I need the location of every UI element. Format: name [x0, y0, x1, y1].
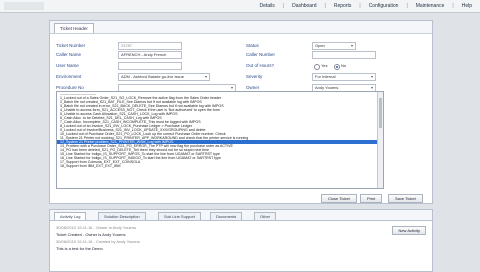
button-label: Close Ticket	[328, 196, 350, 201]
user-name-field[interactable]	[118, 62, 182, 70]
button-label: Save Ticket	[395, 196, 416, 201]
activity-log-panel: 30/08/2010 15:11:16 - Owner is Andy Youe…	[49, 220, 433, 272]
tab-ticket-header[interactable]: Ticket Header	[54, 23, 94, 33]
nav-maintenance[interactable]: Maintenance	[416, 3, 445, 9]
environment-label: Environment	[56, 74, 82, 79]
nav-separator: |	[282, 3, 285, 9]
caller-number-field[interactable]	[312, 51, 376, 59]
out-of-hours-label: Out of Hours?	[246, 63, 275, 68]
owner-label: Owner	[246, 85, 260, 90]
ticket-number-label: Ticket Number	[56, 43, 86, 48]
app-logo	[4, 2, 44, 10]
list-scrollbar[interactable]	[377, 92, 383, 188]
nav-separator: |	[406, 3, 408, 9]
button-label: Print	[367, 196, 376, 201]
out-of-hours-yes-radio[interactable]	[314, 64, 320, 70]
caller-name-label: Caller Name	[56, 52, 82, 57]
list-item[interactable]: 18_Support from IBM_EXT_EXT_IBM	[57, 164, 383, 168]
activity-entry: 30/08/2010 15:11:16 - Created by Andy Yo…	[56, 239, 140, 244]
status-label: Status	[246, 43, 259, 48]
caller-number-label: Caller Number	[246, 52, 276, 57]
list-items: 1_Locked out of a Sales Order_S21_SO_LOC…	[57, 96, 383, 168]
nav-separator: |	[452, 3, 454, 9]
severity-label: Severity	[246, 74, 263, 79]
procedure-label: Procedure No	[56, 85, 84, 90]
nav-details[interactable]: Details	[259, 3, 274, 9]
out-of-hours-yes-label: Yes	[321, 63, 328, 68]
status-select[interactable]: Open	[312, 42, 356, 50]
print-button[interactable]: Print	[360, 194, 383, 203]
nav-reports[interactable]: Reports	[334, 3, 352, 9]
procedure-dropdown-list[interactable]: ------------------------------ 1_Locked …	[56, 91, 384, 189]
caller-name-field[interactable]: AFRENCH - Andy French	[118, 51, 182, 59]
nav-dashboard[interactable]: Dashboard	[292, 3, 316, 9]
out-of-hours-no-radio[interactable]	[334, 64, 340, 70]
environment-select[interactable]: ADM - Ashford Balade go-live issue	[118, 73, 210, 81]
user-name-label: User Name	[56, 63, 79, 68]
save-ticket-button[interactable]: Save Ticket	[388, 194, 423, 203]
main-nav: Details | Dashboard | Reports | Configur…	[259, 3, 472, 9]
nav-configuration[interactable]: Configuration	[369, 3, 399, 9]
out-of-hours-no-label: No	[341, 63, 347, 68]
scrollbar-thumb[interactable]	[379, 98, 382, 128]
activity-entry: Ticket Created - Owner is Andy Youens	[56, 232, 126, 237]
new-activity-button[interactable]: New Activity	[392, 226, 426, 235]
severity-select[interactable]: For Internal	[312, 73, 376, 81]
nav-separator: |	[324, 3, 326, 9]
ticket-number-field: 23787	[118, 42, 182, 50]
activity-entry: 30/08/2010 15:11:16 - Owner is Andy Youe…	[56, 225, 136, 230]
close-ticket-button[interactable]: Close Ticket	[321, 194, 357, 203]
activity-entry: This is a test for the Demo	[56, 246, 103, 251]
panel-tab-row: Ticket Header	[50, 21, 432, 34]
nav-help[interactable]: Help	[462, 3, 472, 9]
nav-separator: |	[359, 3, 361, 9]
top-bar: Details | Dashboard | Reports | Configur…	[0, 0, 480, 13]
